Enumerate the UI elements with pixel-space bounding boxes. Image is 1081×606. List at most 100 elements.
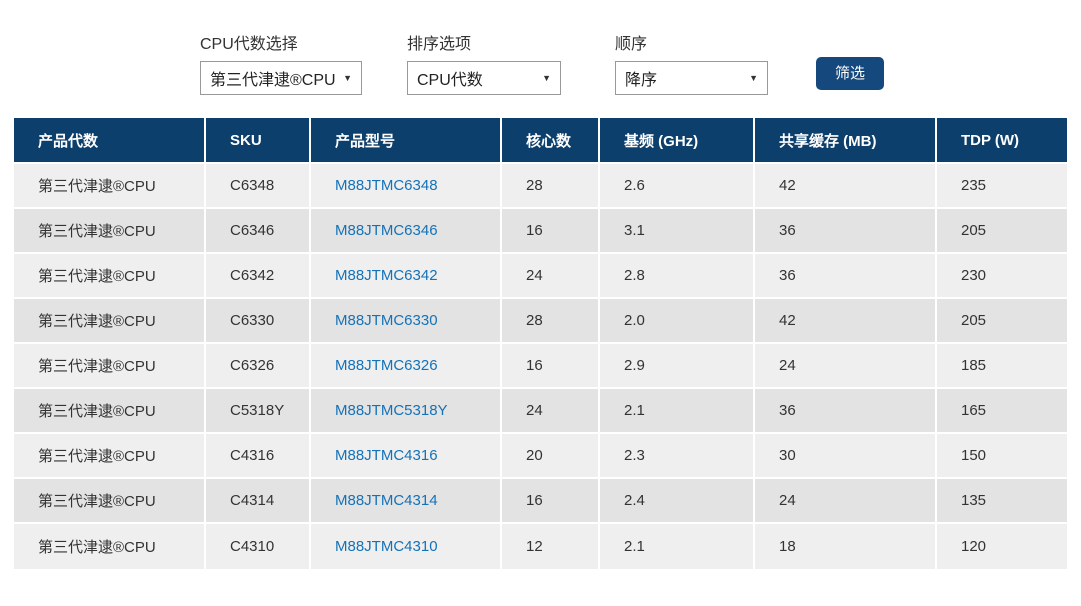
cell-cache: 30 [755, 434, 937, 479]
cell-base-freq: 2.1 [600, 389, 755, 434]
column-header: 基频 (GHz) [600, 118, 755, 164]
model-link[interactable]: M88JTMC6346 [335, 222, 438, 239]
cell-model: M88JTMC6330 [311, 299, 502, 344]
cell-cores: 20 [502, 434, 600, 479]
cell-cores: 28 [502, 299, 600, 344]
table-row: 第三代津逮®CPU C6342 M88JTMC6342 24 2.8 36 23… [14, 254, 1067, 299]
cell-model: M88JTMC4310 [311, 524, 502, 569]
order-select[interactable]: 降序 ▼ [615, 61, 768, 95]
column-header: 核心数 [502, 118, 600, 164]
cell-generation: 第三代津逮®CPU [14, 344, 206, 389]
cell-generation: 第三代津逮®CPU [14, 479, 206, 524]
chevron-down-icon: ▼ [542, 73, 551, 83]
column-header: SKU [206, 118, 311, 164]
table-row: 第三代津逮®CPU C4316 M88JTMC4316 20 2.3 30 15… [14, 434, 1067, 479]
cell-cache: 36 [755, 389, 937, 434]
cell-generation: 第三代津逮®CPU [14, 389, 206, 434]
cell-model: M88JTMC6348 [311, 164, 502, 209]
cell-model: M88JTMC6326 [311, 344, 502, 389]
model-link[interactable]: M88JTMC4316 [335, 447, 438, 464]
cell-cores: 28 [502, 164, 600, 209]
cell-tdp: 205 [937, 209, 1067, 254]
sort-select[interactable]: CPU代数 ▼ [407, 61, 561, 95]
cell-model: M88JTMC5318Y [311, 389, 502, 434]
cell-sku: C4314 [206, 479, 311, 524]
table-header-row: 产品代数 SKU 产品型号 核心数 基频 (GHz) 共享缓存 (MB) TDP (W) [14, 118, 1067, 164]
order-select-value: 降序 [625, 72, 658, 89]
column-header: 产品代数 [14, 118, 206, 164]
cell-model: M88JTMC4314 [311, 479, 502, 524]
cell-tdp: 120 [937, 524, 1067, 569]
cell-cores: 16 [502, 479, 600, 524]
column-header: 共享缓存 (MB) [755, 118, 937, 164]
cell-cache: 36 [755, 209, 937, 254]
cell-generation: 第三代津逮®CPU [14, 434, 206, 479]
sort-filter-group: 排序选项 CPU代数 ▼ [407, 30, 561, 95]
cell-generation: 第三代津逮®CPU [14, 524, 206, 569]
cell-model: M88JTMC6346 [311, 209, 502, 254]
cell-base-freq: 2.8 [600, 254, 755, 299]
table-row: 第三代津逮®CPU C4310 M88JTMC4310 12 2.1 18 12… [14, 524, 1067, 569]
order-filter-label: 顺序 [615, 36, 648, 53]
cell-sku: C4316 [206, 434, 311, 479]
cell-sku: C5318Y [206, 389, 311, 434]
cell-base-freq: 2.6 [600, 164, 755, 209]
order-filter-group: 顺序 降序 ▼ [615, 30, 768, 95]
chevron-down-icon: ▼ [343, 73, 352, 83]
column-header: 产品型号 [311, 118, 502, 164]
cell-cache: 24 [755, 479, 937, 524]
model-link[interactable]: M88JTMC4310 [335, 538, 438, 555]
model-link[interactable]: M88JTMC5318Y [335, 402, 448, 419]
cell-sku: C4310 [206, 524, 311, 569]
sort-select-value: CPU代数 [417, 72, 483, 89]
column-header: TDP (W) [937, 118, 1067, 164]
model-link[interactable]: M88JTMC6330 [335, 312, 438, 329]
cell-model: M88JTMC6342 [311, 254, 502, 299]
generation-filter-group: CPU代数选择 第三代津逮®CPU ▼ [200, 30, 362, 95]
cell-cache: 24 [755, 344, 937, 389]
cell-sku: C6348 [206, 164, 311, 209]
cell-base-freq: 3.1 [600, 209, 755, 254]
table-row: 第三代津逮®CPU C6346 M88JTMC6346 16 3.1 36 20… [14, 209, 1067, 254]
cell-cache: 18 [755, 524, 937, 569]
cell-tdp: 165 [937, 389, 1067, 434]
cell-base-freq: 2.9 [600, 344, 755, 389]
model-link[interactable]: M88JTMC4314 [335, 492, 438, 509]
generation-filter-label: CPU代数选择 [200, 36, 298, 53]
chevron-down-icon: ▼ [749, 73, 758, 83]
cell-sku: C6326 [206, 344, 311, 389]
table-row: 第三代津逮®CPU C6330 M88JTMC6330 28 2.0 42 20… [14, 299, 1067, 344]
cell-cache: 36 [755, 254, 937, 299]
model-link[interactable]: M88JTMC6342 [335, 267, 438, 284]
cell-sku: C6330 [206, 299, 311, 344]
cell-base-freq: 2.0 [600, 299, 755, 344]
cpu-filter-page: CPU代数选择 第三代津逮®CPU ▼ 排序选项 CPU代数 ▼ 顺序 降序 ▼… [0, 0, 1081, 606]
cell-cores: 16 [502, 209, 600, 254]
cell-tdp: 185 [937, 344, 1067, 389]
cell-sku: C6346 [206, 209, 311, 254]
sort-filter-label: 排序选项 [407, 36, 472, 53]
cell-generation: 第三代津逮®CPU [14, 209, 206, 254]
cpu-product-table: 产品代数 SKU 产品型号 核心数 基频 (GHz) 共享缓存 (MB) TDP (W) 第… [14, 118, 1067, 569]
table-row: 第三代津逮®CPU C6326 M88JTMC6326 16 2.9 24 18… [14, 344, 1067, 389]
model-link[interactable]: M88JTMC6348 [335, 177, 438, 194]
cell-tdp: 150 [937, 434, 1067, 479]
cell-tdp: 235 [937, 164, 1067, 209]
table-row: 第三代津逮®CPU C6348 M88JTMC6348 28 2.6 42 23… [14, 164, 1067, 209]
cell-tdp: 205 [937, 299, 1067, 344]
cell-cores: 16 [502, 344, 600, 389]
cell-cache: 42 [755, 164, 937, 209]
filter-submit-button[interactable]: 筛选 [816, 57, 884, 90]
cell-cores: 12 [502, 524, 600, 569]
cell-base-freq: 2.4 [600, 479, 755, 524]
cell-sku: C6342 [206, 254, 311, 299]
cell-tdp: 230 [937, 254, 1067, 299]
cell-base-freq: 2.3 [600, 434, 755, 479]
model-link[interactable]: M88JTMC6326 [335, 357, 438, 374]
generation-select[interactable]: 第三代津逮®CPU ▼ [200, 61, 362, 95]
cell-model: M88JTMC4316 [311, 434, 502, 479]
table-body: 第三代津逮®CPU C6348 M88JTMC6348 28 2.6 42 23… [14, 164, 1067, 569]
cell-base-freq: 2.1 [600, 524, 755, 569]
cell-cores: 24 [502, 254, 600, 299]
cell-cores: 24 [502, 389, 600, 434]
